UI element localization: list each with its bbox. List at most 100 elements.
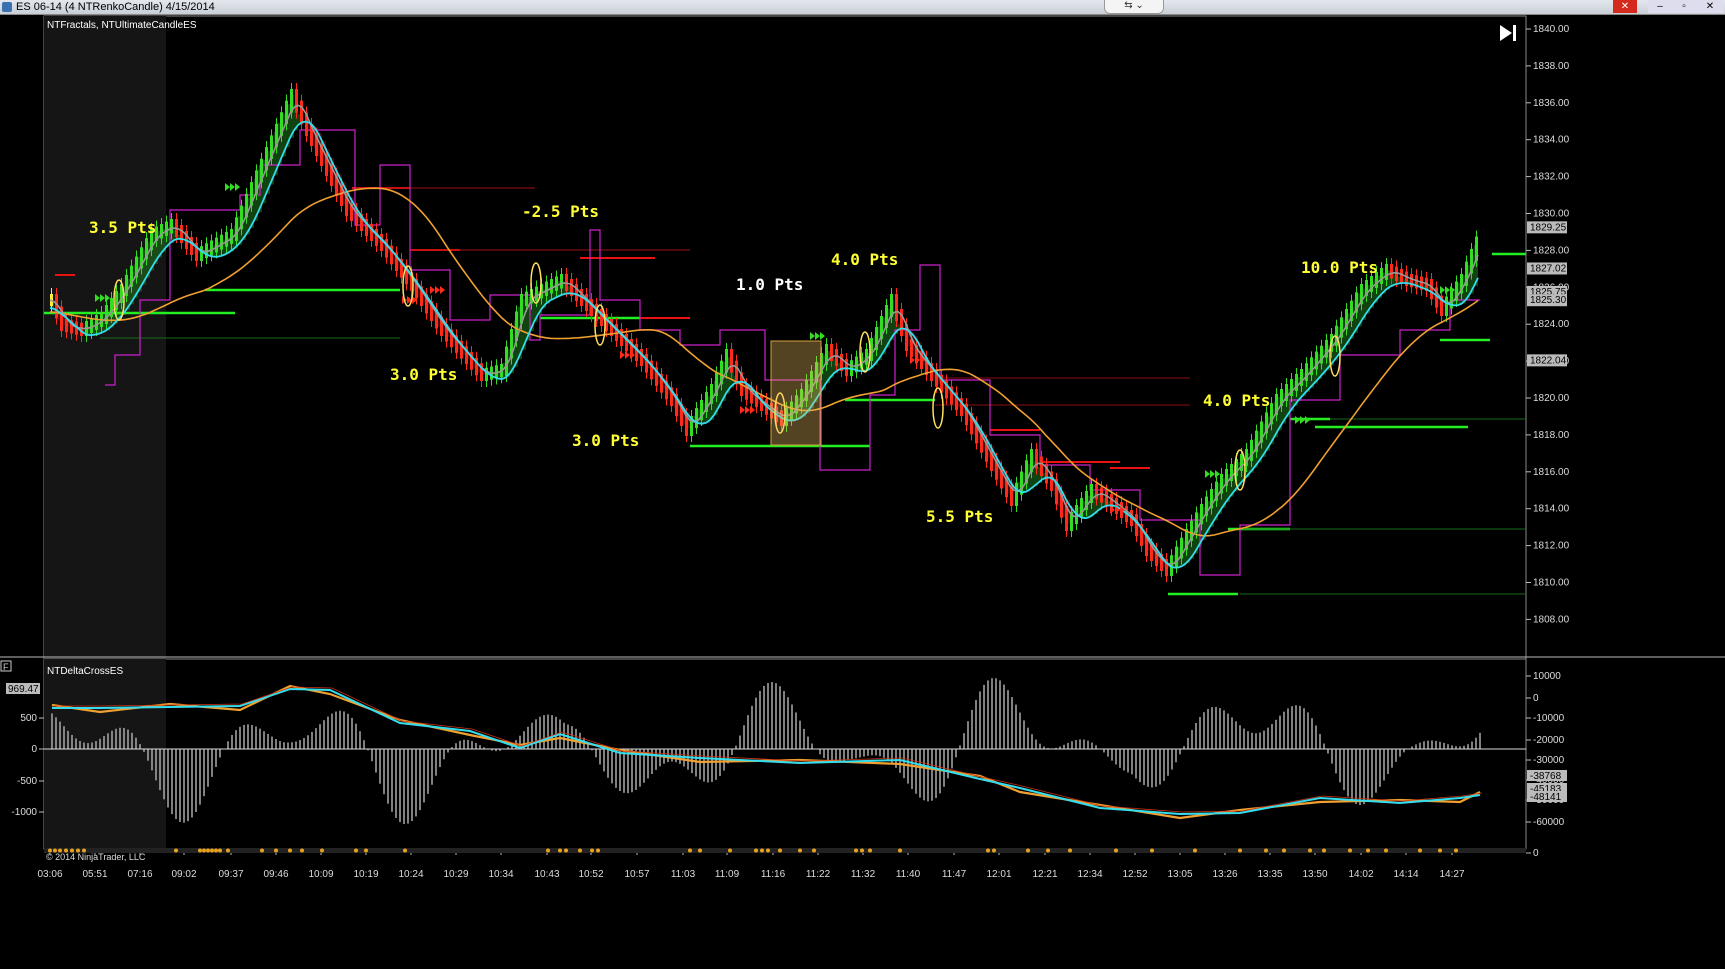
time-tick-label: 10:24: [398, 869, 423, 880]
session-dot: [760, 848, 764, 853]
candle-body: [225, 231, 228, 247]
delta-axis-right[interactable]: 100000-10000-20000-30000-40000-50000-600…: [1526, 671, 1567, 859]
delta-marker-label: -48141: [1530, 792, 1562, 803]
time-tick-label: 14:27: [1439, 869, 1464, 880]
session-dot: [202, 848, 206, 853]
time-tick-label: 12:34: [1077, 869, 1102, 880]
session-dots: [44, 848, 1526, 853]
candle-body: [1400, 269, 1403, 284]
delta-indicator-label: NTDeltaCrossES: [47, 666, 123, 677]
time-tick-label: 10:57: [624, 869, 649, 880]
delta-panel[interactable]: [43, 658, 1527, 850]
time-tick-label: 10:09: [308, 869, 333, 880]
candle-body: [1040, 456, 1043, 476]
time-tick-label: 07:16: [127, 869, 152, 880]
candle-body: [215, 237, 218, 253]
candle-body: [895, 294, 898, 321]
candle-body: [295, 89, 298, 113]
price-tick-label: 1820.00: [1533, 393, 1570, 404]
delta-left-marker-label: 969.47: [8, 684, 39, 695]
candle-body: [200, 246, 203, 261]
session-dot: [596, 848, 600, 853]
session-dot: [274, 848, 278, 853]
session-dot: [1418, 848, 1422, 853]
candle-body: [170, 219, 173, 234]
price-tick-label: 1828.00: [1533, 245, 1570, 256]
price-tick-label: 1836.00: [1533, 98, 1570, 109]
time-axis[interactable]: 03:06 05:51 07:16 09:02 09:37 09:46 10:09 10:19…: [37, 849, 1465, 880]
time-tick-label: 09:02: [171, 869, 196, 880]
price-marker-label: 1825.30: [1530, 295, 1567, 306]
chart-canvas[interactable]: NTFractals, NTUltimateCandleES NTDeltaCr…: [0, 15, 1725, 969]
time-tick-label: 10:34: [488, 869, 513, 880]
session-dot: [698, 848, 702, 853]
price-tick-label: 1840.00: [1533, 24, 1570, 35]
candle-body: [1430, 279, 1433, 300]
session-dot: [798, 848, 802, 853]
price-tick-label: 1810.00: [1533, 578, 1570, 589]
trade-annotation-label: 4.0 Pts: [831, 250, 898, 269]
candle-body: [220, 234, 223, 250]
session-dot: [992, 848, 996, 853]
session-dot: [198, 848, 202, 853]
minimize-button[interactable]: –: [1648, 0, 1672, 13]
session-dot: [1322, 848, 1326, 853]
price-tick-label: 1834.00: [1533, 135, 1570, 146]
session-dot: [558, 848, 562, 853]
price-axis[interactable]: 1840.00 1838.00 1836.00 1834.00 1832.00 1830.…: [1526, 24, 1570, 625]
candle-body: [105, 305, 108, 324]
session-dot: [766, 848, 770, 853]
close-chart-icon[interactable]: ✕: [1613, 0, 1637, 13]
time-tick-label: 12:01: [986, 869, 1011, 880]
highlight-box: [770, 340, 822, 446]
candle-body: [555, 276, 558, 291]
session-dot: [53, 848, 57, 853]
candle-body: [545, 281, 548, 296]
candle-body: [1380, 268, 1383, 284]
session-dot: [564, 848, 568, 853]
candle-body: [90, 318, 93, 333]
candle-body: [525, 291, 528, 306]
session-dot: [288, 848, 292, 853]
time-tick-label: 12:21: [1032, 869, 1057, 880]
candle-body: [1105, 490, 1108, 506]
candle-body: [560, 274, 563, 289]
session-dot: [1264, 848, 1268, 853]
delta-axis-left[interactable]: 500 0 -500 -1000 969.47: [6, 683, 44, 818]
maximize-button[interactable]: ▫: [1672, 0, 1696, 13]
price-axis-markers: 1829.251827.021825.751825.301822.04: [1527, 221, 1567, 367]
trade-annotation-label: 10.0 Pts: [1301, 258, 1378, 277]
delta-left-tick-label: -1000: [11, 807, 37, 818]
session-strip: [44, 848, 1526, 853]
time-tick-label: 11:22: [806, 869, 831, 880]
candle-body: [730, 349, 733, 373]
time-tick-label: 14:14: [1393, 869, 1418, 880]
window-close-button[interactable]: ✕: [1696, 0, 1724, 13]
session-dot: [354, 848, 358, 853]
session-dot: [58, 848, 62, 853]
delta-left-tick-label: -500: [17, 776, 37, 787]
session-dot: [688, 848, 692, 853]
copyright-text: © 2014 NinjaTrader, LLC: [46, 852, 146, 862]
session-dot: [754, 848, 758, 853]
trade-annotation-label: 3.0 Pts: [390, 365, 457, 384]
toolbar-dropdown-toggle[interactable]: ⇆ ⌄: [1104, 0, 1164, 14]
price-tick-label: 1838.00: [1533, 61, 1570, 72]
time-tick-label: 13:50: [1302, 869, 1327, 880]
time-tick-label: 14:02: [1348, 869, 1373, 880]
trade-annotation-label: 3.5 Pts: [89, 218, 156, 237]
session-dot: [1438, 848, 1442, 853]
session-dot: [546, 848, 550, 853]
price-tick-label: 1824.00: [1533, 319, 1570, 330]
session-dot: [218, 848, 222, 853]
candle-body: [505, 346, 508, 376]
candle-body: [65, 319, 68, 333]
price-tick-label: 1832.00: [1533, 172, 1570, 183]
session-dot: [174, 848, 178, 853]
session-dot: [206, 848, 210, 853]
session-dot: [64, 848, 68, 853]
candle-body: [1135, 514, 1138, 536]
time-tick-label: 11:32: [851, 869, 876, 880]
session-dot: [1282, 848, 1286, 853]
candle-body: [1175, 546, 1178, 568]
